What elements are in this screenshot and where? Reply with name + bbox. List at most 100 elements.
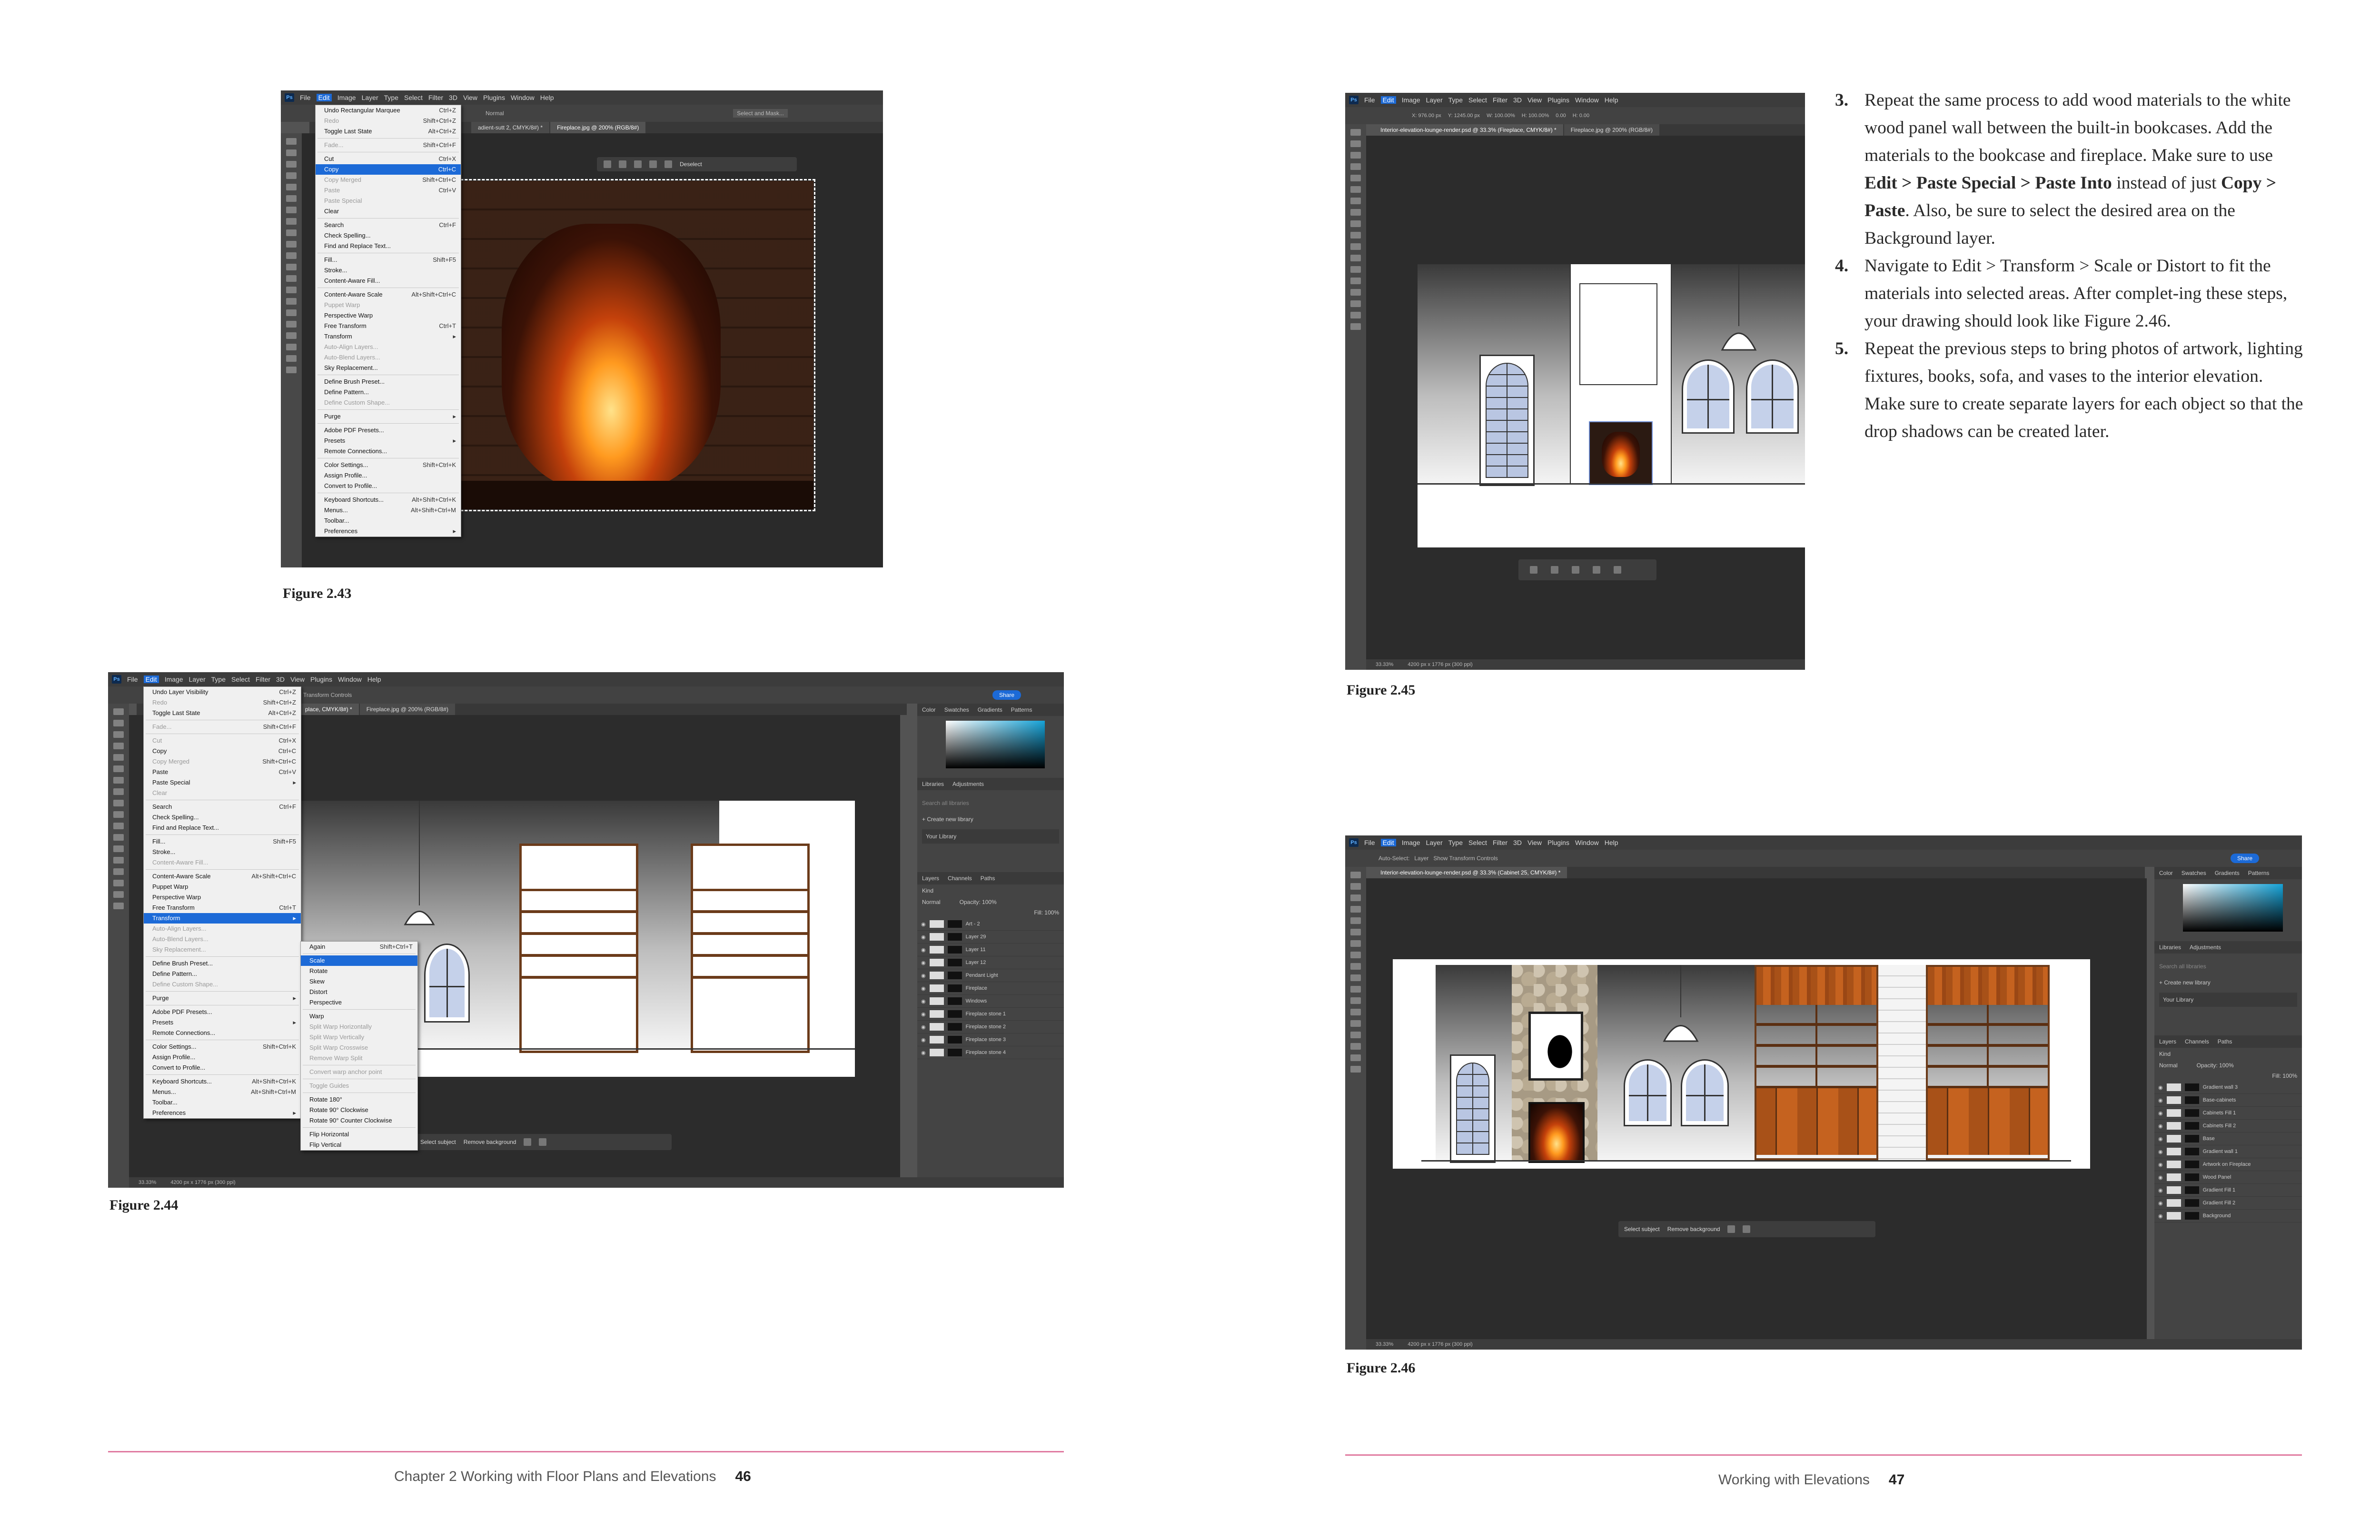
skew-field[interactable]: H: 0.00 [1573, 113, 1589, 119]
menu-item-cut[interactable]: Cut Ctrl+X [316, 154, 461, 164]
layer-row[interactable]: ◉ Windows [917, 995, 1064, 1008]
fill-icon[interactable] [634, 160, 642, 168]
menu-plugins[interactable]: Plugins [310, 676, 332, 683]
shape-tool-icon[interactable] [1350, 300, 1361, 307]
pen-tool-icon[interactable] [1350, 1020, 1361, 1027]
layer-row[interactable]: ◉ Cabinets Fill 1 [2154, 1107, 2302, 1120]
menu-item-sky-replacement[interactable]: Sky Replacement... [316, 363, 461, 373]
menu-item-fill[interactable]: Fill... Shift+F5 [144, 836, 301, 847]
menu-help[interactable]: Help [367, 676, 381, 683]
menu-item-copy[interactable]: Copy Ctrl+C [144, 746, 301, 756]
menu-item-convert-to-profile[interactable]: Convert to Profile... [144, 1063, 301, 1073]
visibility-eye-icon[interactable]: ◉ [921, 1050, 926, 1056]
menu-item-rotate-90-clockwise[interactable]: Rotate 90° Clockwise [301, 1105, 417, 1115]
zoom-tool-icon[interactable] [1350, 1066, 1361, 1073]
tab-swatches[interactable]: Swatches [2182, 870, 2206, 876]
layer-row[interactable]: ◉ Gradient Fill 1 [2154, 1184, 2302, 1197]
select-subject-button[interactable]: Select subject [1624, 1226, 1660, 1232]
tab-color[interactable]: Color [922, 706, 936, 713]
blur-tool-icon[interactable] [113, 845, 124, 852]
menu-select[interactable]: Select [231, 676, 250, 683]
dodge-tool-icon[interactable] [286, 298, 297, 305]
layer-row[interactable]: ◉ Fireplace [917, 982, 1064, 995]
shape-tool-icon[interactable] [113, 880, 124, 886]
menu-view[interactable]: View [290, 676, 305, 683]
select-subject-button[interactable]: Select subject [420, 1139, 456, 1145]
menu-item-preferences[interactable]: Preferences ▸ [144, 1108, 301, 1118]
menu-item-skew[interactable]: Skew [301, 976, 417, 987]
gradient-tool-icon[interactable] [286, 275, 297, 282]
visibility-eye-icon[interactable]: ◉ [2158, 1110, 2163, 1116]
lasso-tool-icon[interactable] [113, 731, 124, 738]
type-tool-icon[interactable] [286, 321, 297, 328]
tab-layers[interactable]: Layers [2159, 1038, 2176, 1045]
menu-item-assign-profile[interactable]: Assign Profile... [316, 470, 461, 481]
stamp-tool-icon[interactable] [286, 241, 297, 248]
visibility-eye-icon[interactable]: ◉ [2158, 1200, 2163, 1206]
menu-item-toolbar[interactable]: Toolbar... [316, 516, 461, 526]
tab-elevation[interactable]: place, CMYK/8#) * [298, 704, 359, 715]
visibility-eye-icon[interactable]: ◉ [2158, 1149, 2163, 1155]
eraser-tool-icon[interactable] [1350, 243, 1361, 250]
layer-row[interactable]: ◉ Gradient Fill 2 [2154, 1197, 2302, 1210]
opacity-field[interactable]: Opacity: 100% [960, 899, 997, 905]
share-button[interactable]: Share [992, 690, 1021, 700]
menu-item-remote-connections[interactable]: Remote Connections... [316, 446, 461, 457]
tab-fireplace[interactable]: Fireplace.jpg @ 200% (RGB/8#) [550, 122, 646, 133]
more-icon[interactable] [664, 160, 672, 168]
menu-item-toggle-last-state[interactable]: Toggle Last State Alt+Ctrl+Z [316, 126, 461, 137]
brush-tool-icon[interactable] [1350, 963, 1361, 970]
heal-tool-icon[interactable] [113, 788, 124, 795]
tab-channels[interactable]: Channels [2185, 1038, 2209, 1045]
menu-item-rotate-90-counter-clockwise[interactable]: Rotate 90° Counter Clockwise [301, 1115, 417, 1126]
heal-tool-icon[interactable] [1350, 209, 1361, 216]
select-tool-icon[interactable] [1350, 163, 1361, 170]
menu-filter[interactable]: Filter [1493, 96, 1507, 104]
hand-tool-icon[interactable] [1350, 1054, 1361, 1061]
hand-tool-icon[interactable] [113, 891, 124, 898]
gradient-tool-icon[interactable] [1350, 997, 1361, 1004]
menu-item-fill[interactable]: Fill... Shift+F5 [316, 255, 461, 265]
pen-tool-icon[interactable] [1350, 278, 1361, 284]
menu-item-paste[interactable]: Paste Ctrl+V [144, 767, 301, 777]
menu-item-menus[interactable]: Menus... Alt+Shift+Ctrl+M [144, 1087, 301, 1097]
auto-select-target[interactable]: Layer [1414, 855, 1428, 862]
menu-item-undo-rectangular-marquee[interactable]: Undo Rectangular Marquee Ctrl+Z [316, 105, 461, 116]
menu-item-free-transform[interactable]: Free Transform Ctrl+T [144, 903, 301, 913]
layer-row[interactable]: ◉ Cabinets Fill 2 [2154, 1120, 2302, 1133]
tab-patterns[interactable]: Patterns [2248, 870, 2270, 876]
gradient-tool-icon[interactable] [113, 834, 124, 841]
menu-item-stroke[interactable]: Stroke... [316, 265, 461, 276]
visibility-eye-icon[interactable]: ◉ [921, 960, 926, 966]
brush-tool-icon[interactable] [286, 229, 297, 236]
menu-item-scale[interactable]: Scale [301, 955, 417, 966]
menu-file[interactable]: File [1364, 839, 1375, 846]
move-tool-icon[interactable] [113, 708, 124, 715]
eraser-tool-icon[interactable] [286, 264, 297, 270]
eraser-tool-icon[interactable] [113, 823, 124, 829]
layer-row[interactable]: ◉ Fireplace stone 4 [917, 1046, 1064, 1059]
visibility-eye-icon[interactable]: ◉ [921, 1024, 926, 1030]
visibility-eye-icon[interactable]: ◉ [2158, 1162, 2163, 1168]
visibility-eye-icon[interactable]: ◉ [921, 973, 926, 979]
menu-plugins[interactable]: Plugins [1547, 839, 1569, 846]
menu-item-perspective[interactable]: Perspective [301, 997, 417, 1008]
menu-help[interactable]: Help [1605, 839, 1618, 846]
menu-item-check-spelling[interactable]: Check Spelling... [316, 230, 461, 241]
tab-paths[interactable]: Paths [981, 875, 995, 882]
menu-item-find-and-replace-text[interactable]: Find and Replace Text... [316, 241, 461, 251]
tab-libraries[interactable]: Libraries [2159, 944, 2181, 951]
library-search-input[interactable]: Search all libraries [2159, 963, 2297, 970]
menu-item-define-pattern[interactable]: Define Pattern... [316, 387, 461, 397]
tab-layers[interactable]: Layers [922, 875, 939, 882]
menu-item-adobe-pdf-presets[interactable]: Adobe PDF Presets... [316, 425, 461, 436]
share-button[interactable]: Share [2230, 854, 2259, 863]
frame-tool-icon[interactable] [1350, 186, 1361, 193]
auto-select-toggle[interactable]: Auto-Select: [1378, 855, 1409, 862]
menu-window[interactable]: Window [1575, 839, 1599, 846]
rotation-field[interactable]: 0.00 [1556, 113, 1566, 119]
select-tool-icon[interactable] [286, 172, 297, 179]
stamp-tool-icon[interactable] [113, 811, 124, 818]
menu-item-convert-to-profile[interactable]: Convert to Profile... [316, 481, 461, 491]
menu-item-puppet-warp[interactable]: Puppet Warp [144, 882, 301, 892]
